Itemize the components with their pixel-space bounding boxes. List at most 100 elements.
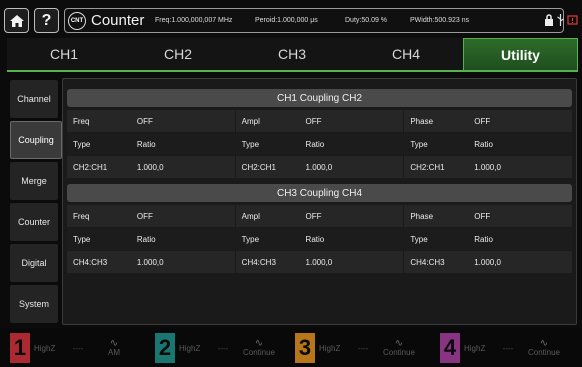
menu-item-channel[interactable]: Channel — [10, 80, 58, 118]
channel-3-output: ---- — [357, 343, 369, 353]
table-row: CH4:CH3 1.000,0 CH4:CH3 1.000,0 CH4:CH3 … — [67, 251, 573, 273]
sine-wave-icon: ∿ — [254, 338, 264, 349]
menu-item-merge[interactable]: Merge — [10, 162, 58, 200]
channel-4-mode-box: ∿ Continue — [522, 338, 566, 358]
phase-ratio-value[interactable]: 1.000,0 — [468, 156, 573, 178]
tab-ch1[interactable]: CH1 — [7, 38, 121, 70]
home-icon — [9, 14, 24, 27]
channel-3-mode: Continue — [382, 348, 416, 357]
pwidth-readout: PWidth:500.923 ns — [410, 17, 470, 24]
table-row: Type Ratio Type Ratio Type Ratio — [67, 228, 573, 250]
channel-4-load: HighZ — [464, 343, 486, 353]
help-button[interactable]: ? — [34, 8, 59, 33]
sine-wave-icon: ∿ — [539, 338, 549, 349]
channel-1-output: ---- — [72, 343, 84, 353]
phase-label: Phase — [404, 110, 469, 132]
phase-ratio-value[interactable]: 1.000,0 — [468, 251, 573, 273]
ratio-label: CH2:CH1 — [67, 156, 131, 178]
counter-icon: CNT — [68, 12, 86, 30]
freq-type-value[interactable]: Ratio — [130, 228, 235, 250]
freq-label: Freq — [67, 205, 131, 227]
table-row: Freq OFF Ampl OFF Phase OFF — [67, 205, 573, 227]
table-row: Type Ratio Type Ratio Type Ratio — [67, 133, 573, 155]
ampl-type-value[interactable]: Ratio — [299, 133, 404, 155]
tab-ch4[interactable]: CH4 — [349, 38, 463, 70]
type-label: Type — [404, 133, 469, 155]
phase-type-value[interactable]: Ratio — [468, 228, 573, 250]
channel-2-load: HighZ — [179, 343, 201, 353]
channel-2-mode: Continue — [242, 348, 276, 357]
table-row: CH2:CH1 1.000,0 CH2:CH1 1.000,0 CH2:CH1 … — [67, 156, 573, 178]
channel-3-mode-box: ∿ Continue — [377, 338, 421, 358]
ampl-ratio-value[interactable]: 1.000,0 — [299, 156, 404, 178]
channel-2-status[interactable]: 2 HighZ ---- ∿ Continue — [155, 332, 295, 364]
phase-type-value[interactable]: Ratio — [468, 133, 573, 155]
channel-1-mode: AM — [108, 348, 120, 357]
menu-item-digital[interactable]: Digital — [10, 244, 58, 282]
help-icon: ? — [41, 11, 52, 29]
channel-4-number: 4 — [440, 333, 460, 363]
menu-item-coupling[interactable]: Coupling — [10, 121, 62, 159]
channel-4-status[interactable]: 4 HighZ ---- ∿ Continue — [440, 332, 580, 364]
channel-3-status[interactable]: 3 HighZ ---- ∿ Continue — [295, 332, 435, 364]
channel-4-output: ---- — [502, 343, 514, 353]
ratio-label: CH4:CH3 — [404, 251, 469, 273]
phase-label: Phase — [404, 205, 469, 227]
lock-icon — [545, 14, 553, 26]
channel-status-bar: 1 HighZ ---- ∿ AM 2 HighZ ---- ∿ Continu… — [0, 328, 582, 367]
channel-2-output: ---- — [217, 343, 229, 353]
warning-icon — [567, 15, 578, 25]
tab-utility[interactable]: Utility — [463, 38, 578, 70]
channel-1-load: HighZ — [34, 343, 56, 353]
ampl-ratio-value[interactable]: 1.000,0 — [299, 251, 404, 273]
ratio-label: CH4:CH3 — [235, 251, 300, 273]
freq-label: Freq — [67, 110, 131, 132]
type-label: Type — [235, 228, 300, 250]
home-button[interactable] — [4, 8, 29, 33]
freq-coupling-value[interactable]: OFF — [130, 205, 235, 227]
channel-1-status[interactable]: 1 HighZ ---- ∿ AM — [10, 332, 150, 364]
channel-3-load: HighZ — [319, 343, 341, 353]
ratio-label: CH4:CH3 — [67, 251, 131, 273]
ampl-type-value[interactable]: Ratio — [299, 228, 404, 250]
ratio-label: CH2:CH1 — [404, 156, 469, 178]
usb-icon — [557, 14, 564, 26]
utility-menu: Channel Coupling Merge Counter Digital S… — [10, 80, 62, 323]
ratio-label: CH2:CH1 — [235, 156, 300, 178]
status-bar: ? CNT Counter Freq:1.000,000,007 MHz Per… — [0, 0, 582, 38]
channel-tabs: CH1 CH2 CH3 CH4 Utility — [7, 38, 578, 70]
section-title-ch1-ch2: CH1 Coupling CH2 — [67, 89, 572, 107]
phase-coupling-value[interactable]: OFF — [468, 110, 573, 132]
channel-2-number: 2 — [155, 333, 175, 363]
section-title-ch3-ch4: CH3 Coupling CH4 — [67, 184, 572, 202]
freq-ratio-value[interactable]: 1.000,0 — [130, 156, 235, 178]
ampl-label: Ampl — [235, 110, 300, 132]
phase-coupling-value[interactable]: OFF — [468, 205, 573, 227]
channel-1-mode-box: ∿ AM — [92, 338, 136, 358]
sine-wave-icon: ∿ — [394, 338, 404, 349]
ampl-coupling-value[interactable]: OFF — [299, 110, 404, 132]
type-label: Type — [235, 133, 300, 155]
channel-4-mode: Continue — [527, 348, 561, 357]
table-row: Freq OFF Ampl OFF Phase OFF — [67, 110, 573, 132]
freq-ratio-value[interactable]: 1.000,0 — [130, 251, 235, 273]
type-label: Type — [67, 133, 131, 155]
menu-item-counter[interactable]: Counter — [10, 203, 58, 241]
sine-wave-icon: ∿ — [109, 338, 119, 349]
ampl-label: Ampl — [235, 205, 300, 227]
menu-item-system[interactable]: System — [10, 285, 58, 323]
tab-ch2[interactable]: CH2 — [121, 38, 235, 70]
system-icons — [544, 14, 578, 26]
counter-title: Counter — [91, 12, 145, 29]
ampl-coupling-value[interactable]: OFF — [299, 205, 404, 227]
channel-1-number: 1 — [10, 333, 30, 363]
freq-type-value[interactable]: Ratio — [130, 133, 235, 155]
period-readout: Peroid:1.000,000 μs — [255, 17, 318, 24]
coupling-panel: CH1 Coupling CH2 Freq OFF Ampl OFF Phase… — [62, 78, 577, 325]
channel-3-number: 3 — [295, 333, 315, 363]
freq-coupling-value[interactable]: OFF — [130, 110, 235, 132]
channel-2-mode-box: ∿ Continue — [237, 338, 281, 358]
counter-display[interactable]: CNT Counter Freq:1.000,000,007 MHz Peroi… — [64, 8, 564, 33]
tab-ch3[interactable]: CH3 — [235, 38, 349, 70]
tab-underline — [7, 70, 578, 72]
